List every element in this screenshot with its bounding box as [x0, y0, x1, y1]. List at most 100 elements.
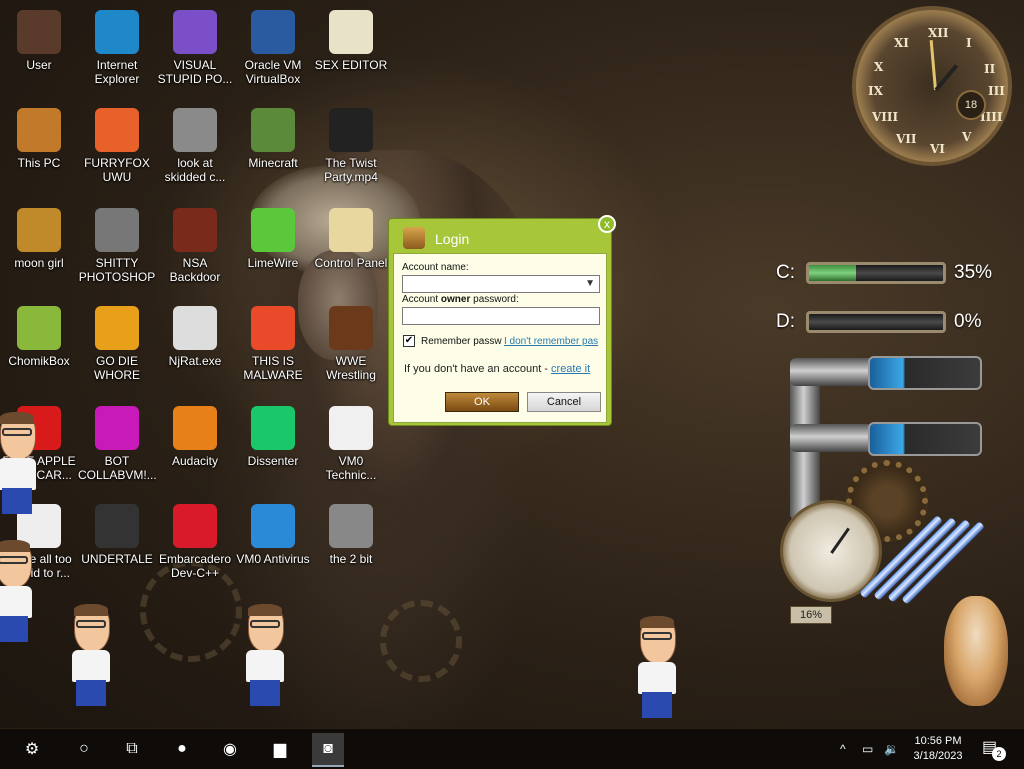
visual-studio-icon — [173, 10, 217, 54]
steampunk-start-icon[interactable]: ⚙ — [16, 733, 48, 765]
password-field[interactable] — [402, 307, 600, 325]
gauge-needle — [830, 527, 850, 554]
dissenter-taskbar-icon[interactable]: ● — [166, 733, 198, 765]
desktop-icon[interactable]: look at skidded c... — [156, 108, 234, 184]
drive-gauge-d: D: 0% — [740, 305, 1000, 339]
desktop-icon-label: moon girl — [14, 256, 64, 270]
clock-numeral: VIII — [872, 110, 899, 124]
clock-numeral: I — [966, 36, 972, 50]
desktop-icon[interactable]: VM0 Antivirus — [234, 504, 312, 566]
chrome-taskbar-icon[interactable]: ◉ — [214, 733, 246, 765]
desktop-icon[interactable]: THIS IS MALWARE — [234, 306, 312, 382]
desktop-icon-label: look at skidded c... — [164, 156, 226, 184]
ok-button[interactable]: OK — [445, 392, 519, 412]
tv-icon — [329, 306, 373, 350]
cortana-icon[interactable]: ○ — [68, 733, 100, 765]
desktop-icon[interactable]: Internet Explorer — [78, 10, 156, 86]
moon-girl-icon — [17, 208, 61, 252]
desktop-icon[interactable]: VISUAL STUPID PO... — [156, 10, 234, 86]
drive-letter: D: — [776, 311, 795, 332]
desktop-icon-label: NjRat.exe — [168, 354, 222, 368]
desktop-icon[interactable]: ChomikBox — [0, 306, 78, 368]
dialog-title: Login — [435, 231, 470, 247]
hank-hill-figure — [242, 604, 288, 724]
shield-icon — [251, 504, 295, 548]
die-icon — [95, 306, 139, 350]
desktop-icon-label: Audacity — [171, 454, 219, 468]
drive-percent: 0% — [954, 311, 982, 332]
audacity-icon — [173, 406, 217, 450]
nsa-backdoor-icon — [173, 208, 217, 252]
password-label: Account owner password: — [402, 294, 519, 305]
desktop-icon-label: Control Panel — [314, 256, 388, 270]
technician-icon — [329, 406, 373, 450]
fluid-tube — [868, 422, 982, 456]
monitor-icon — [95, 406, 139, 450]
desktop-icon-label: FURRYFOX UWU — [84, 156, 150, 184]
account-name-combobox[interactable]: ▼ — [402, 275, 600, 293]
desktop-icon-label: SEX EDITOR — [314, 58, 388, 72]
desktop-icon[interactable]: FURRYFOX UWU — [78, 108, 156, 184]
desktop-icon[interactable]: NjRat.exe — [156, 306, 234, 368]
desktop-icon[interactable]: BOT COLLABVM!... — [78, 406, 157, 482]
clock-numeral: VII — [896, 132, 917, 146]
desktop-icon-label: UNDERTALE — [81, 552, 153, 566]
desktop-icon[interactable]: SHITTY PHOTOSHOP — [78, 208, 156, 284]
desktop-icon[interactable]: This PC — [0, 108, 78, 170]
devcpp-icon — [173, 504, 217, 548]
cancel-button[interactable]: Cancel — [527, 392, 601, 412]
desktop-icon[interactable]: Dissenter — [234, 406, 312, 468]
desktop-icon[interactable]: Control Panel — [312, 208, 390, 270]
desktop-icon-label: The Twist Party.mp4 — [324, 156, 378, 184]
close-button[interactable]: x — [598, 215, 616, 233]
desktop-icon[interactable]: WWE Wrestling — [312, 306, 390, 382]
remember-password-checkbox[interactable]: ✔ — [403, 335, 415, 347]
remember-password-label[interactable]: Remember passw — [421, 336, 502, 347]
user-folder-icon — [17, 10, 61, 54]
desktop-icon[interactable]: User — [0, 10, 78, 72]
drive-usage-bar — [806, 311, 946, 333]
clock-numeral: IX — [868, 84, 883, 98]
desktop-icon[interactable]: SEX EDITOR — [312, 10, 390, 72]
desktop-icon[interactable]: GO DIE WHORE — [78, 306, 156, 382]
clock-numeral: VI — [930, 142, 945, 156]
lightbulb-icon — [329, 208, 373, 252]
gimp-icon — [95, 208, 139, 252]
chomikbox-app-icon — [403, 227, 425, 249]
desktop-icon[interactable]: Embarcadero Dev-C++ — [156, 504, 234, 580]
volume-icon[interactable]: 🔉 — [884, 729, 899, 769]
desktop-icon-label: WWE Wrestling — [326, 354, 376, 382]
file-explorer-icon[interactable]: ▆ — [264, 733, 296, 765]
desktop-icon[interactable]: UNDERTALE — [78, 504, 156, 566]
desktop-icon[interactable]: VM0 Technic... — [312, 406, 390, 482]
hank-hill-figure — [0, 540, 36, 642]
taskbar-clock[interactable]: 10:56 PM 3/18/2023 — [906, 734, 970, 764]
clock-numeral: II — [984, 62, 996, 76]
chomikbox-taskbar-icon[interactable]: ◙ — [312, 733, 344, 767]
desktop-icon-label: VM0 Technic... — [325, 454, 377, 482]
create-account-link[interactable]: create it — [551, 363, 590, 375]
show-hidden-icons-chevron[interactable]: ^ — [840, 729, 846, 769]
desktop-icon[interactable]: LimeWire — [234, 208, 312, 270]
forgot-password-link[interactable]: I don't remember pas — [504, 336, 604, 347]
desktop-icon-label: Internet Explorer — [94, 58, 140, 86]
desktop-icon[interactable]: moon girl — [0, 208, 78, 270]
desktop-icon[interactable]: the 2 bit — [312, 504, 390, 566]
chevron-down-icon[interactable]: ▼ — [585, 278, 595, 289]
clock-numeral: X — [874, 60, 884, 74]
file-icon — [329, 504, 373, 548]
desktop-icon-label: GO DIE WHORE — [94, 354, 140, 382]
gauge-percent: 16% — [790, 606, 832, 624]
network-icon[interactable]: ▭ — [862, 729, 873, 769]
desktop-icon[interactable]: Audacity — [156, 406, 234, 468]
desktop-icon[interactable]: NSA Backdoor — [156, 208, 234, 284]
drive-percent: 35% — [954, 262, 993, 283]
notification-center-button[interactable]: ▤ 2 — [982, 737, 1006, 761]
desktop-icon[interactable]: Minecraft — [234, 108, 312, 170]
task-view-icon[interactable]: ⧉ — [116, 733, 148, 765]
desktop-icon-label: LimeWire — [247, 256, 299, 270]
desktop-icon[interactable]: Oracle VM VirtualBox — [234, 10, 312, 86]
dialog-body: Account name: ▼ Account owner password: … — [393, 253, 607, 423]
minecraft-icon — [251, 108, 295, 152]
desktop-icon[interactable]: The Twist Party.mp4 — [312, 108, 390, 184]
